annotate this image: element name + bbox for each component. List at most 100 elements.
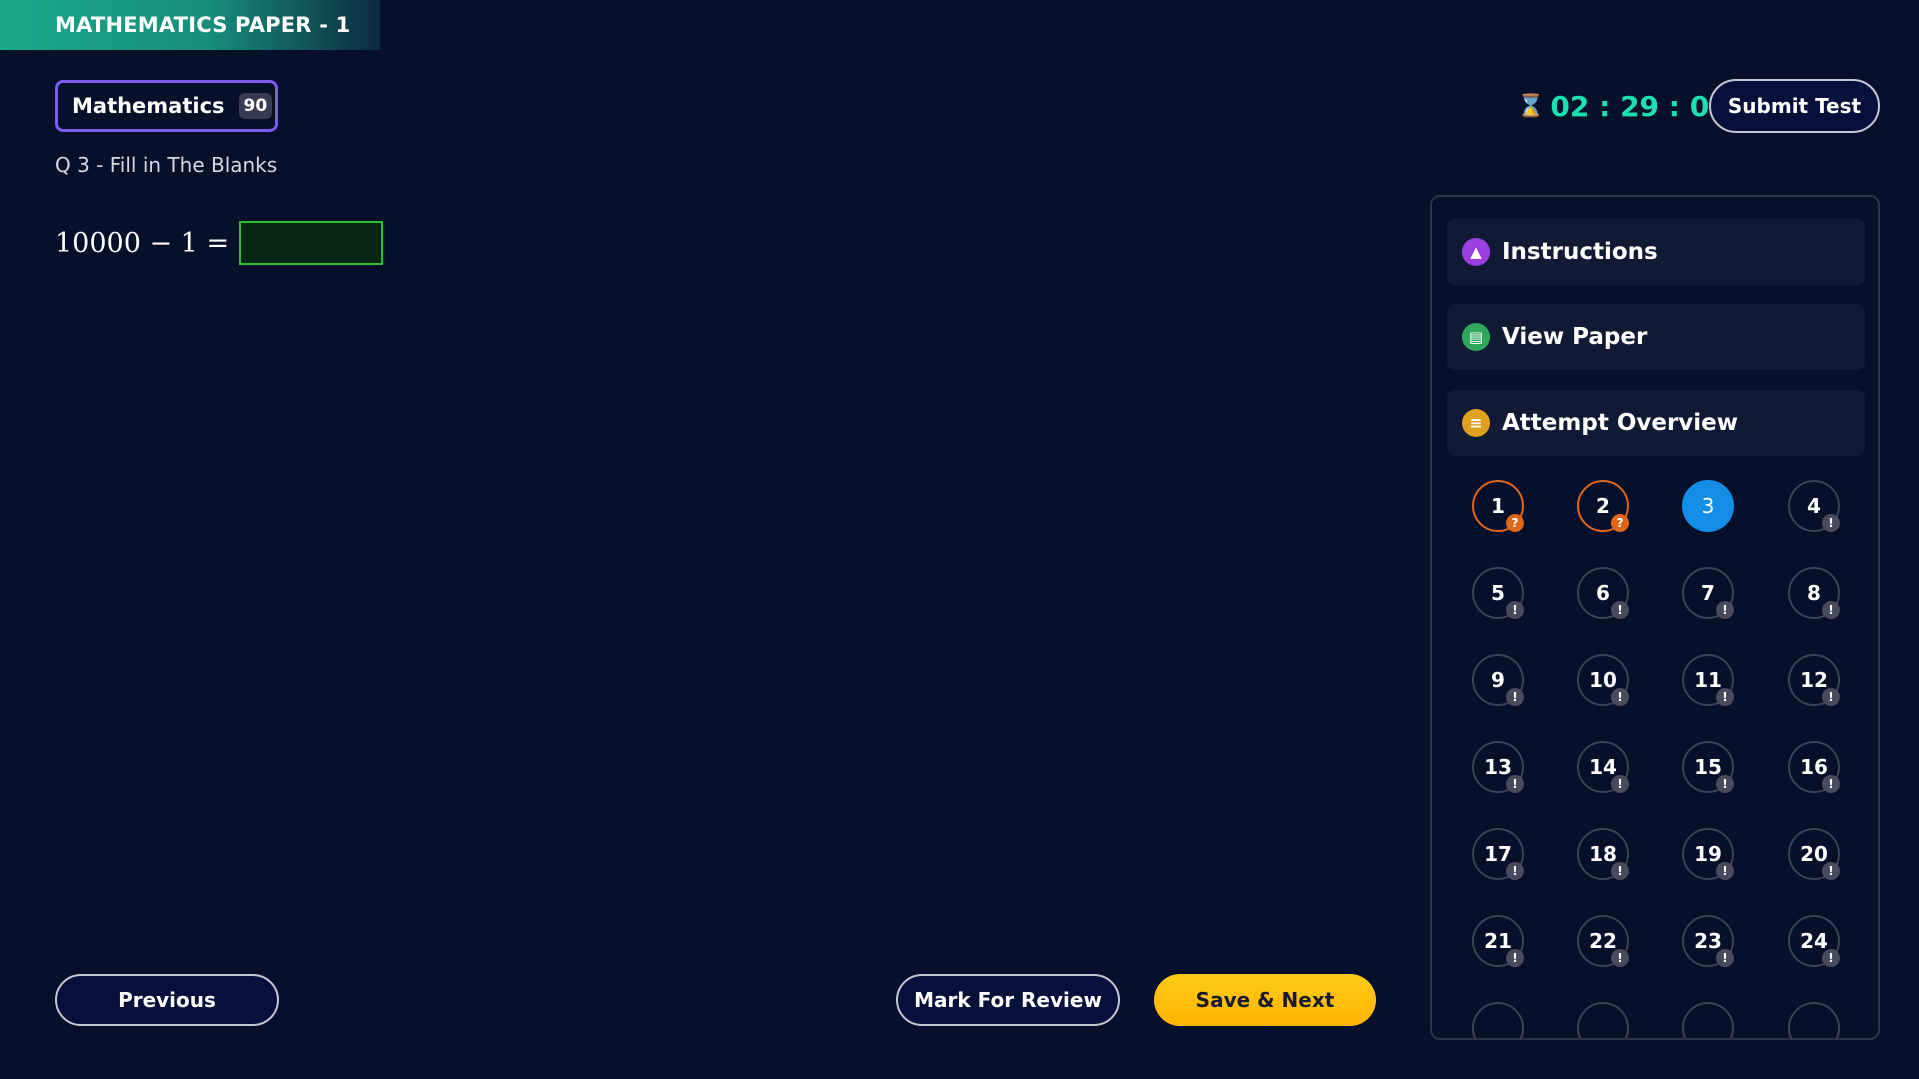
question-button[interactable]: 22!: [1577, 915, 1629, 967]
not-visited-icon: !: [1716, 688, 1734, 706]
question-number: 2: [1596, 494, 1610, 518]
attempt-overview-label: Attempt Overview: [1502, 410, 1739, 436]
question-number: 21: [1484, 929, 1512, 953]
question-number: 18: [1589, 842, 1617, 866]
subject-label: Mathematics: [72, 94, 225, 118]
question-mark-icon: ?: [1506, 514, 1524, 532]
not-visited-icon: !: [1611, 949, 1629, 967]
question-button[interactable]: 19!: [1682, 828, 1734, 880]
instructions-label: Instructions: [1502, 239, 1658, 265]
question-button[interactable]: 3: [1682, 480, 1734, 532]
not-visited-icon: !: [1506, 775, 1524, 793]
question-button[interactable]: [1682, 1002, 1734, 1038]
mark-for-review-button[interactable]: Mark For Review: [896, 974, 1120, 1026]
instructions-button[interactable]: ▲ Instructions: [1447, 219, 1865, 285]
question-button[interactable]: 13!: [1472, 741, 1524, 793]
not-visited-icon: !: [1822, 514, 1840, 532]
question-number: 20: [1800, 842, 1828, 866]
question-button[interactable]: 14!: [1577, 741, 1629, 793]
not-visited-icon: !: [1611, 775, 1629, 793]
not-visited-icon: !: [1716, 775, 1734, 793]
not-visited-icon: !: [1822, 862, 1840, 880]
question-button[interactable]: 5!: [1472, 567, 1524, 619]
hourglass-icon: ⌛: [1517, 93, 1545, 119]
not-visited-icon: !: [1716, 601, 1734, 619]
question-button[interactable]: 4!: [1788, 480, 1840, 532]
equation-text: 10000 − 1 =: [55, 227, 230, 259]
question-panel: ▲ Instructions ▤ View Paper ≡ Attempt Ov…: [1430, 195, 1880, 1040]
view-paper-button[interactable]: ▤ View Paper: [1447, 304, 1865, 370]
question-button[interactable]: 10!: [1577, 654, 1629, 706]
paper-title: MATHEMATICS PAPER - 1: [0, 0, 380, 50]
question-button[interactable]: 21!: [1472, 915, 1524, 967]
question-mark-icon: ?: [1611, 514, 1629, 532]
subject-question-count: 90: [238, 93, 273, 119]
question-button[interactable]: 24!: [1788, 915, 1840, 967]
question-button[interactable]: 16!: [1788, 741, 1840, 793]
save-and-next-button[interactable]: Save & Next: [1154, 974, 1376, 1026]
question-number: 23: [1694, 929, 1722, 953]
question-button[interactable]: 9!: [1472, 654, 1524, 706]
countdown-timer: ⌛ 02 : 29 : 04: [1517, 86, 1729, 126]
question-number: 15: [1694, 755, 1722, 779]
timer-value: 02 : 29 : 04: [1550, 89, 1729, 123]
question-button[interactable]: 1?: [1472, 480, 1524, 532]
question-button[interactable]: 12!: [1788, 654, 1840, 706]
question-number: 8: [1807, 581, 1821, 605]
not-visited-icon: !: [1822, 601, 1840, 619]
question-number: 24: [1800, 929, 1828, 953]
question-number: 4: [1807, 494, 1821, 518]
question-button[interactable]: 7!: [1682, 567, 1734, 619]
question-number: 16: [1800, 755, 1828, 779]
question-button[interactable]: 17!: [1472, 828, 1524, 880]
question-number: 7: [1701, 581, 1715, 605]
question-label: Q 3 - Fill in The Blanks: [55, 153, 278, 177]
question-number: 3: [1701, 494, 1715, 518]
question-button[interactable]: 18!: [1577, 828, 1629, 880]
question-button[interactable]: [1788, 1002, 1840, 1038]
not-visited-icon: !: [1611, 688, 1629, 706]
question-button[interactable]: 6!: [1577, 567, 1629, 619]
question-button[interactable]: 2?: [1577, 480, 1629, 532]
not-visited-icon: !: [1506, 862, 1524, 880]
question-button[interactable]: 20!: [1788, 828, 1840, 880]
question-number: 11: [1694, 668, 1722, 692]
question-number: 14: [1589, 755, 1617, 779]
question-button[interactable]: 8!: [1788, 567, 1840, 619]
answer-input[interactable]: [239, 221, 384, 265]
view-paper-label: View Paper: [1502, 324, 1648, 350]
attempt-overview-button[interactable]: ≡ Attempt Overview: [1447, 390, 1865, 456]
question-number: 17: [1484, 842, 1512, 866]
not-visited-icon: !: [1506, 949, 1524, 967]
not-visited-icon: !: [1822, 688, 1840, 706]
question-number: 5: [1491, 581, 1505, 605]
subject-tab-mathematics[interactable]: Mathematics 90: [55, 80, 278, 132]
not-visited-icon: !: [1822, 949, 1840, 967]
previous-button[interactable]: Previous: [55, 974, 279, 1026]
not-visited-icon: !: [1506, 688, 1524, 706]
submit-test-button[interactable]: Submit Test: [1709, 79, 1880, 133]
list-document-icon: ≡: [1462, 409, 1490, 437]
question-number: 12: [1800, 668, 1828, 692]
not-visited-icon: !: [1716, 862, 1734, 880]
question-equation: 10000 − 1 =: [55, 220, 384, 266]
question-number: 10: [1589, 668, 1617, 692]
question-button[interactable]: [1472, 1002, 1524, 1038]
question-button[interactable]: 11!: [1682, 654, 1734, 706]
question-number: 13: [1484, 755, 1512, 779]
not-visited-icon: !: [1822, 775, 1840, 793]
not-visited-icon: !: [1506, 601, 1524, 619]
not-visited-icon: !: [1611, 601, 1629, 619]
document-icon: ▤: [1462, 323, 1490, 351]
not-visited-icon: !: [1611, 862, 1629, 880]
question-button[interactable]: [1577, 1002, 1629, 1038]
question-number: 1: [1491, 494, 1505, 518]
question-button[interactable]: 15!: [1682, 741, 1734, 793]
not-visited-icon: !: [1716, 949, 1734, 967]
question-button[interactable]: 23!: [1682, 915, 1734, 967]
question-number: 22: [1589, 929, 1617, 953]
warning-triangle-icon: ▲: [1462, 238, 1490, 266]
question-number: 19: [1694, 842, 1722, 866]
question-number: 9: [1491, 668, 1505, 692]
question-number: 6: [1596, 581, 1610, 605]
